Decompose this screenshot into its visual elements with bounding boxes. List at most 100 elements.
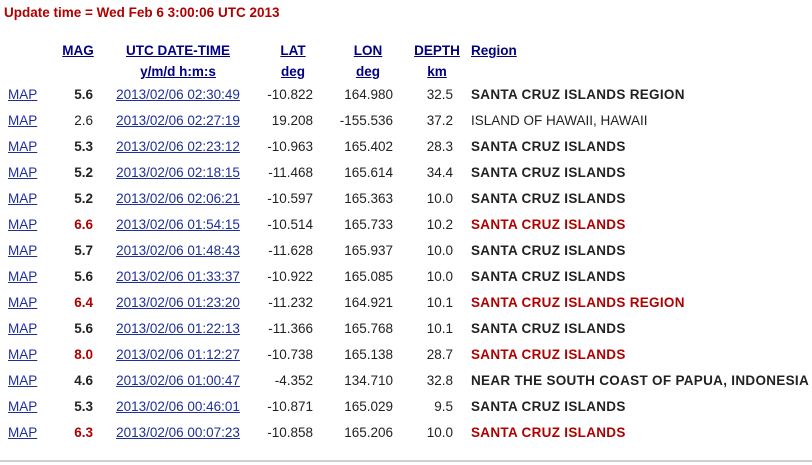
map-link[interactable]: MAP	[8, 399, 37, 414]
datetime-cell: 2013/02/06 02:23:12	[103, 134, 253, 160]
latitude: -10.871	[267, 399, 313, 414]
header-datetime[interactable]: UTC DATE-TIME y/m/d h:m:s	[103, 40, 253, 82]
datetime-link[interactable]: 2013/02/06 02:23:12	[116, 139, 240, 154]
map-link[interactable]: MAP	[8, 113, 37, 128]
map-link[interactable]: MAP	[8, 191, 37, 206]
map-link[interactable]: MAP	[8, 139, 37, 154]
depth: 28.3	[426, 139, 453, 154]
map-link[interactable]: MAP	[8, 243, 37, 258]
map-link[interactable]: MAP	[8, 165, 37, 180]
datetime-link[interactable]: 2013/02/06 02:30:49	[116, 87, 240, 102]
latitude: -10.858	[267, 425, 313, 440]
table-row: MAP 4.6 2013/02/06 01:00:47 -4.352 134.710 32…	[0, 368, 809, 394]
table-row: MAP 5.7 2013/02/06 01:48:43 -11.628 165.937 1…	[0, 238, 809, 264]
latitude: -11.232	[268, 295, 313, 310]
datetime-link[interactable]: 2013/02/06 02:27:19	[116, 113, 240, 128]
datetime-link[interactable]: 2013/02/06 01:54:15	[116, 217, 240, 232]
map-link[interactable]: MAP	[8, 295, 37, 310]
datetime-link[interactable]: 2013/02/06 02:18:15	[116, 165, 240, 180]
datetime-link[interactable]: 2013/02/06 02:06:21	[116, 191, 240, 206]
latitude: -10.963	[267, 139, 313, 154]
region: SANTA CRUZ ISLANDS	[471, 399, 626, 414]
region: SANTA CRUZ ISLANDS	[471, 269, 626, 284]
datetime-link[interactable]: 2013/02/06 01:33:37	[116, 269, 240, 284]
map-link[interactable]: MAP	[8, 87, 37, 102]
map-cell: MAP	[0, 82, 53, 108]
header-mag[interactable]: MAG	[53, 40, 103, 82]
datetime-link[interactable]: 2013/02/06 01:00:47	[116, 373, 240, 388]
header-datetime-label[interactable]: UTC DATE-TIME	[126, 43, 230, 58]
header-lon-unit[interactable]: deg	[356, 64, 380, 79]
magnitude: 8.0	[74, 347, 93, 362]
header-datetime-format[interactable]: y/m/d h:m:s	[140, 64, 216, 79]
header-region-label[interactable]: Region	[471, 43, 517, 58]
earthquake-table: MAG UTC DATE-TIME y/m/d h:m:s LAT deg LO…	[0, 40, 809, 446]
map-link[interactable]: MAP	[8, 321, 37, 336]
magnitude: 5.3	[74, 139, 93, 154]
magnitude: 5.6	[74, 321, 93, 336]
map-link[interactable]: MAP	[8, 217, 37, 232]
datetime-cell: 2013/02/06 01:12:27	[103, 342, 253, 368]
table-row: MAP 5.3 2013/02/06 00:46:01 -10.871 165.029 9…	[0, 394, 809, 420]
depth: 34.4	[426, 165, 453, 180]
depth: 9.5	[434, 399, 453, 414]
table-row: MAP 6.6 2013/02/06 01:54:15 -10.514 165.733 1…	[0, 212, 809, 238]
table-row: MAP 6.4 2013/02/06 01:23:20 -11.232 164.921 1…	[0, 290, 809, 316]
map-cell: MAP	[0, 368, 53, 394]
horizontal-rule	[0, 460, 812, 462]
datetime-cell: 2013/02/06 00:07:23	[103, 420, 253, 446]
map-link[interactable]: MAP	[8, 269, 37, 284]
map-cell: MAP	[0, 238, 53, 264]
table-row: MAP 5.6 2013/02/06 01:33:37 -10.922 165.085 1…	[0, 264, 809, 290]
longitude: 165.614	[344, 165, 393, 180]
header-depth-unit[interactable]: km	[427, 64, 447, 79]
table-row: MAP 5.2 2013/02/06 02:18:15 -11.468 165.614 3…	[0, 160, 809, 186]
depth: 32.8	[426, 373, 453, 388]
datetime-cell: 2013/02/06 01:00:47	[103, 368, 253, 394]
latitude: -10.514	[267, 217, 313, 232]
header-lat-label[interactable]: LAT	[280, 43, 305, 58]
magnitude: 5.2	[74, 191, 93, 206]
region: ISLAND OF HAWAII, HAWAII	[471, 113, 648, 128]
datetime-link[interactable]: 2013/02/06 01:23:20	[116, 295, 240, 310]
region: SANTA CRUZ ISLANDS REGION	[471, 87, 685, 102]
map-cell: MAP	[0, 134, 53, 160]
header-depth[interactable]: DEPTH km	[403, 40, 471, 82]
header-depth-label[interactable]: DEPTH	[414, 43, 460, 58]
region: NEAR THE SOUTH COAST OF PAPUA, INDONESIA	[471, 373, 810, 388]
header-lat-unit[interactable]: deg	[281, 64, 305, 79]
table-body: MAP 5.6 2013/02/06 02:30:49 -10.822 164.980 3…	[0, 82, 809, 446]
header-lon[interactable]: LON deg	[333, 40, 403, 82]
map-link[interactable]: MAP	[8, 425, 37, 440]
table-row: MAP 5.6 2013/02/06 01:22:13 -11.366 165.768 1…	[0, 316, 809, 342]
datetime-cell: 2013/02/06 02:30:49	[103, 82, 253, 108]
magnitude: 5.6	[74, 87, 93, 102]
datetime-link[interactable]: 2013/02/06 00:46:01	[116, 399, 240, 414]
longitude: 164.921	[344, 295, 393, 310]
map-cell: MAP	[0, 342, 53, 368]
datetime-link[interactable]: 2013/02/06 01:12:27	[116, 347, 240, 362]
header-lat[interactable]: LAT deg	[253, 40, 333, 82]
magnitude: 6.6	[74, 217, 93, 232]
longitude: 165.363	[344, 191, 393, 206]
datetime-link[interactable]: 2013/02/06 01:22:13	[116, 321, 240, 336]
longitude: 134.710	[344, 373, 393, 388]
depth: 28.7	[426, 347, 453, 362]
map-cell: MAP	[0, 420, 53, 446]
header-lon-label[interactable]: LON	[354, 43, 383, 58]
region: SANTA CRUZ ISLANDS	[471, 217, 626, 232]
map-link[interactable]: MAP	[8, 347, 37, 362]
depth: 10.2	[426, 217, 453, 232]
update-time: Update time = Wed Feb 6 3:00:06 UTC 2013	[4, 5, 280, 20]
magnitude: 5.6	[74, 269, 93, 284]
datetime-link[interactable]: 2013/02/06 00:07:23	[116, 425, 240, 440]
datetime-cell: 2013/02/06 01:54:15	[103, 212, 253, 238]
depth: 10.1	[426, 321, 453, 336]
header-mag-label[interactable]: MAG	[62, 43, 94, 58]
datetime-link[interactable]: 2013/02/06 01:48:43	[116, 243, 240, 258]
map-link[interactable]: MAP	[8, 373, 37, 388]
latitude: -11.366	[268, 321, 313, 336]
header-region[interactable]: Region	[471, 40, 809, 82]
longitude: 165.029	[344, 399, 393, 414]
datetime-cell: 2013/02/06 01:22:13	[103, 316, 253, 342]
